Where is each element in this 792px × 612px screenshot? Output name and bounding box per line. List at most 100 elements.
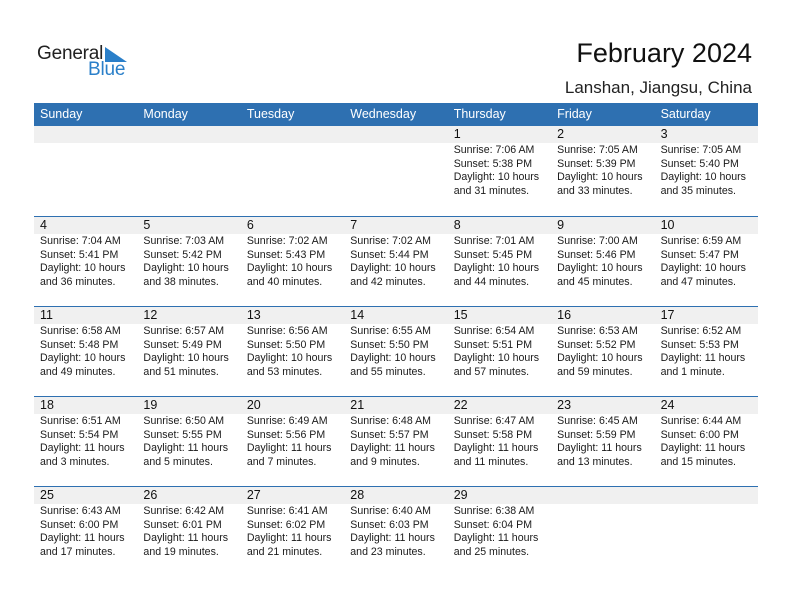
daylight-text: Daylight: 10 hours [143,262,229,275]
empty-day-number [241,126,344,143]
day-number-row: 18 19 20 21 22 23 24 [34,397,758,414]
daylight-text: and 35 minutes. [660,184,736,197]
day-cell-details: Sunrise: 7:02 AM Sunset: 5:43 PM Daylight:… [241,234,344,289]
daylight-text: Daylight: 10 hours [660,171,746,184]
sunrise-text: Sunrise: 7:03 AM [143,235,225,247]
daylight-text: Daylight: 10 hours [453,352,540,365]
sunset-text: Sunset: 5:48 PM [40,338,119,351]
day-cell-details: Sunrise: 6:41 AM Sunset: 6:02 PM Daylight:… [241,504,344,559]
sunset-text: Sunset: 5:51 PM [453,338,533,351]
sunrise-text: Sunrise: 6:41 AM [246,505,328,517]
empty-day-cell [137,143,240,198]
sunset-text: Sunset: 5:58 PM [453,428,533,441]
sunset-text: Sunset: 6:01 PM [143,518,222,531]
daylight-text: and 55 minutes. [350,365,426,378]
day-cell-details: Sunrise: 7:03 AM Sunset: 5:42 PM Daylight:… [137,234,240,289]
daylight-text: and 25 minutes. [453,545,530,558]
sunset-text: Sunset: 6:00 PM [660,428,739,441]
sunrise-text: Sunrise: 7:04 AM [40,235,121,247]
calendar-grid: Sunday Monday Tuesday Wednesday Thursday… [34,103,758,576]
day-number: 13 [246,308,261,322]
sunrise-text: Sunrise: 6:42 AM [143,505,225,517]
day-cell-details: Sunrise: 7:05 AM Sunset: 5:40 PM Daylight:… [655,143,758,198]
page-title: February 2024 [576,38,752,68]
sunset-text: Sunset: 5:39 PM [557,157,636,170]
daylight-text: Daylight: 11 hours [557,442,642,455]
sunrise-text: Sunrise: 7:02 AM [350,235,431,247]
sunrise-text: Sunrise: 6:55 AM [350,325,431,337]
empty-day-cell [34,143,137,198]
daylight-text: Daylight: 10 hours [350,352,436,365]
day-number: 23 [557,398,572,412]
day-number: 20 [246,398,261,412]
day-number: 25 [40,488,54,502]
day-number: 17 [660,308,675,322]
day-number: 1 [453,127,461,141]
daylight-text: Daylight: 10 hours [143,352,229,365]
daylight-text: and 15 minutes. [660,455,736,468]
sunrise-text: Sunrise: 6:58 AM [40,325,121,337]
sunrise-text: Sunrise: 7:00 AM [557,235,638,247]
daylight-text: and 40 minutes. [246,275,323,288]
daylight-text: Daylight: 11 hours [350,532,435,545]
day-cell-details: Sunrise: 7:05 AM Sunset: 5:39 PM Daylight:… [551,143,654,198]
sunset-text: Sunset: 6:03 PM [350,518,429,531]
sunrise-text: Sunrise: 7:05 AM [660,144,742,156]
daylight-text: and 51 minutes. [143,365,219,378]
sunrise-text: Sunrise: 6:38 AM [453,505,535,517]
daylight-text: Daylight: 10 hours [350,262,436,275]
day-cell-details: Sunrise: 7:00 AM Sunset: 5:46 PM Daylight:… [551,234,654,289]
day-number: 12 [143,308,158,322]
daylight-text: and 33 minutes. [557,184,633,197]
sunset-text: Sunset: 5:46 PM [557,248,636,261]
day-number: 27 [246,488,261,502]
day-cell-details: Sunrise: 6:44 AM Sunset: 6:00 PM Daylight:… [655,414,758,469]
day-number: 14 [350,308,365,322]
day-number: 6 [246,218,254,232]
sunset-text: Sunset: 5:53 PM [660,338,739,351]
day-number-row: 11 12 13 14 15 16 17 [34,307,758,324]
daylight-text: Daylight: 11 hours [143,532,229,545]
sunset-text: Sunset: 5:41 PM [40,248,119,261]
sunrise-text: Sunrise: 6:50 AM [143,415,225,427]
daylight-text: Daylight: 11 hours [40,532,125,545]
daylight-text: and 5 minutes. [143,455,213,468]
daylight-text: Daylight: 10 hours [246,262,333,275]
daylight-text: Daylight: 10 hours [246,352,333,365]
daylight-text: and 45 minutes. [557,275,633,288]
sunrise-text: Sunrise: 7:05 AM [557,144,638,156]
day-cell-details: Sunrise: 7:04 AM Sunset: 5:41 PM Daylight:… [34,234,137,289]
day-info-row: Sunrise: 7:06 AM Sunset: 5:38 PM Daylight:… [34,143,758,198]
sunrise-text: Sunrise: 6:52 AM [660,325,742,337]
day-number: 19 [143,398,158,412]
day-number: 26 [143,488,158,502]
weekday-header-friday: Friday [557,107,592,121]
sunset-text: Sunset: 5:50 PM [246,338,326,351]
sunset-text: Sunset: 5:54 PM [40,428,119,441]
empty-day-number [551,487,654,504]
daylight-text: Daylight: 10 hours [453,262,540,275]
day-info-row: Sunrise: 6:51 AM Sunset: 5:54 PM Daylight:… [34,414,758,469]
day-cell-details: Sunrise: 6:51 AM Sunset: 5:54 PM Daylight:… [34,414,137,469]
empty-day-number [137,126,240,143]
day-number-row: 4 5 6 7 8 9 10 [34,217,758,234]
day-cell-details: Sunrise: 6:53 AM Sunset: 5:52 PM Daylight:… [551,324,654,379]
day-number: 4 [40,218,47,232]
day-cell-details: Sunrise: 6:40 AM Sunset: 6:03 PM Daylight:… [344,504,447,559]
daylight-text: Daylight: 11 hours [660,352,746,365]
day-cell-details: Sunrise: 6:56 AM Sunset: 5:50 PM Daylight:… [241,324,344,379]
daylight-text: and 3 minutes. [40,455,110,468]
day-number: 18 [40,398,54,412]
day-number-row: 25 26 27 28 29 [34,487,758,504]
day-cell-details: Sunrise: 6:50 AM Sunset: 5:55 PM Daylight:… [137,414,240,469]
sunset-text: Sunset: 6:00 PM [40,518,119,531]
daylight-text: and 38 minutes. [143,275,219,288]
daylight-text: and 42 minutes. [350,275,426,288]
daylight-text: and 1 minute. [660,365,725,378]
daylight-text: and 44 minutes. [453,275,530,288]
sunset-text: Sunset: 5:40 PM [660,157,739,170]
day-number: 22 [453,398,468,412]
day-number: 28 [350,488,365,502]
day-number: 8 [453,218,461,232]
daylight-text: Daylight: 10 hours [40,262,126,275]
